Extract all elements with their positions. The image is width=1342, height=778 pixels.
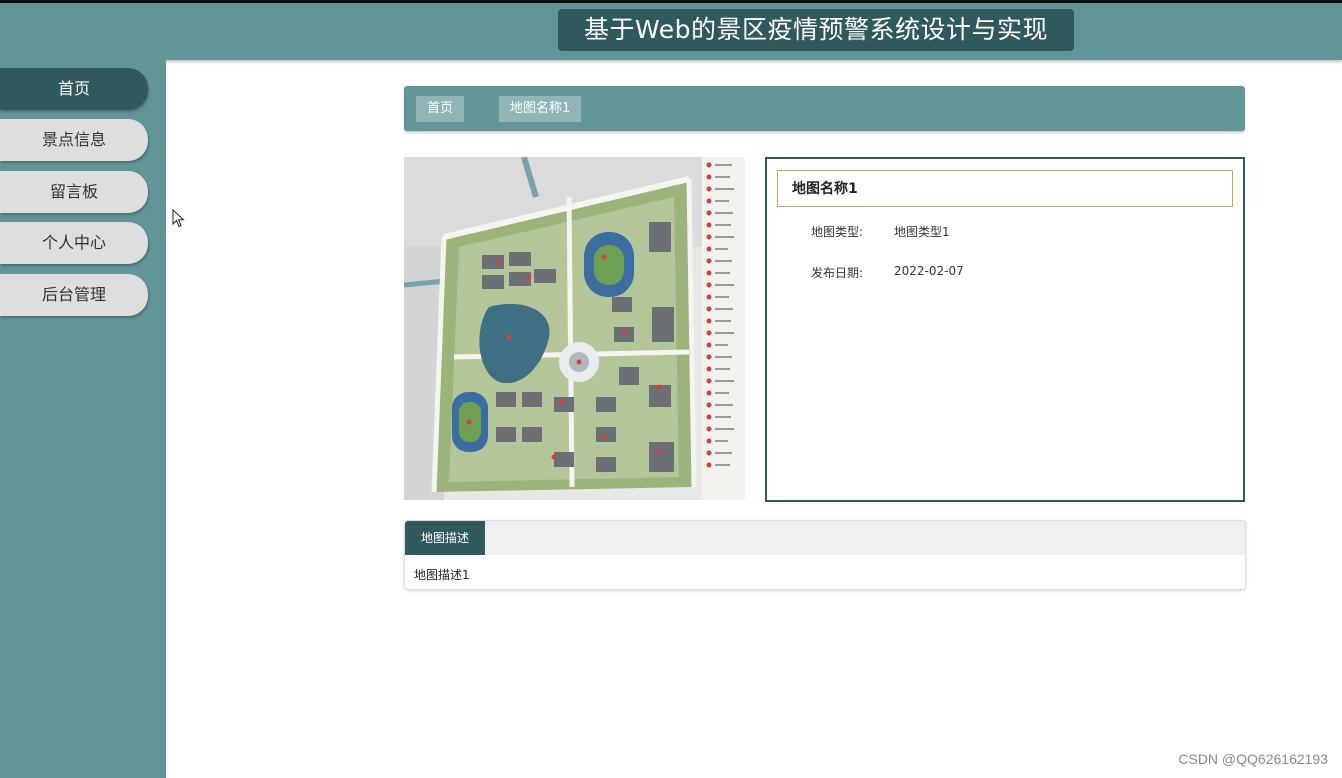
sidebar-item-message-board[interactable]: 留言板 — [0, 171, 148, 213]
publish-date-label: 发布日期: — [811, 266, 864, 280]
sidebar-item-admin[interactable]: 后台管理 — [0, 274, 148, 316]
sidebar-item-scenic-info[interactable]: 景点信息 — [0, 119, 148, 161]
campus-map-image — [404, 157, 745, 500]
map-detail-card: 地图名称1 地图类型: 地图类型1 发布日期: 2022-02-07 — [765, 157, 1245, 502]
sidebar-item-personal-center[interactable]: 个人中心 — [0, 222, 148, 264]
breadcrumb-home-link[interactable]: 首页 — [416, 96, 465, 122]
map-type-label: 地图类型: — [811, 225, 864, 239]
description-tabbar: 地图描述 — [405, 521, 1245, 555]
publish-date-value: 2022-02-07 — [894, 264, 964, 278]
tab-description[interactable]: 地图描述 — [405, 521, 485, 555]
sidebar-nav: 首页 景点信息 留言板 个人中心 后台管理 — [0, 60, 166, 778]
map-name-title: 地图名称1 — [777, 170, 1233, 207]
mouse-pointer-icon — [172, 209, 185, 228]
description-panel: 地图描述 地图描述1 — [404, 520, 1246, 590]
breadcrumb-current[interactable]: 地图名称1 — [499, 96, 582, 122]
csdn-watermark: CSDN @QQ626162193 — [1178, 751, 1328, 767]
site-title: 基于Web的景区疫情预警系统设计与实现 — [558, 9, 1074, 51]
description-text: 地图描述1 — [414, 568, 470, 582]
sidebar-item-home[interactable]: 首页 — [0, 68, 148, 110]
breadcrumb: 首页 地图名称1 — [404, 86, 1245, 131]
site-header: 基于Web的景区疫情预警系统设计与实现 — [0, 3, 1342, 60]
map-type-value: 地图类型1 — [894, 225, 950, 239]
